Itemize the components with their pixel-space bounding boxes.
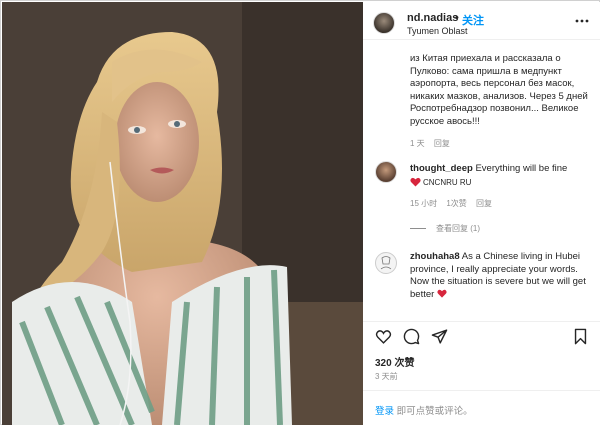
likes-count[interactable]: 320 次赞 <box>375 354 414 369</box>
login-link[interactable]: 登录 <box>375 406 394 417</box>
comment-meta: 1 天 回复 <box>410 138 457 149</box>
comment-bubble-icon[interactable] <box>403 328 420 345</box>
bookmark-icon[interactable] <box>572 328 589 345</box>
flags-text: CNCNRU RU <box>423 177 472 187</box>
heart-emoji-icon <box>437 289 447 298</box>
comment-line-flags: CNCNRU RU <box>410 177 471 187</box>
instagram-post: nd.nadias • 关注 Tyumen Oblast из Китая пр… <box>0 0 600 425</box>
view-replies-button[interactable]: 查看回复 (1) <box>410 223 480 234</box>
post-side-panel: nd.nadias • 关注 Tyumen Oblast из Китая пр… <box>363 2 600 425</box>
comment-time: 15 小时 <box>410 199 438 208</box>
comment-time: 1 天 <box>410 139 425 148</box>
heart-emoji-icon <box>410 177 421 187</box>
view-replies-label: 查看回复 (1) <box>436 224 480 233</box>
more-dots-icon[interactable] <box>575 14 589 28</box>
commenter-username[interactable]: thought_deep <box>410 163 473 174</box>
login-prompt-text: 即可点赞或评论。 <box>394 406 473 417</box>
comment-meta: 15 小时 1次赞 回复 <box>410 198 499 209</box>
reply-button[interactable]: 回复 <box>434 139 450 148</box>
divider <box>363 390 600 391</box>
author-avatar[interactable] <box>373 12 395 34</box>
post-photo[interactable] <box>2 2 363 425</box>
post-location[interactable]: Tyumen Oblast <box>407 26 468 36</box>
comment-text: из Китая приехала и рассказала о Пулково… <box>410 53 588 127</box>
portrait-photo-graphic <box>2 2 363 425</box>
reply-button[interactable]: 回复 <box>476 199 492 208</box>
header-separator: • <box>455 12 459 24</box>
login-prompt: 登录 即可点赞或评论。 <box>375 403 473 417</box>
post-timestamp: 3 天前 <box>375 372 398 381</box>
author-username[interactable]: nd.nadias <box>407 12 458 24</box>
post-header: nd.nadias • 关注 Tyumen Oblast <box>363 2 600 40</box>
action-bar <box>363 322 600 350</box>
comment-body: zhouhaha8 As a Chinese living in Hubei p… <box>410 251 595 301</box>
heart-outline-icon[interactable] <box>375 328 392 345</box>
comment-likes[interactable]: 1次赞 <box>446 199 466 208</box>
comment-text: Everything will be fine <box>475 163 568 174</box>
commenter-avatar[interactable] <box>375 252 397 274</box>
replies-line <box>410 228 426 229</box>
commenter-username[interactable]: zhouhaha8 <box>410 251 460 262</box>
commenter-avatar[interactable] <box>375 161 397 183</box>
comments-list[interactable]: из Китая приехала и рассказала о Пулково… <box>363 41 600 321</box>
paper-plane-icon[interactable] <box>431 328 448 345</box>
avatar-drawing-icon <box>380 256 392 270</box>
comment-line: thought_deep Everything will be fine <box>410 163 567 174</box>
